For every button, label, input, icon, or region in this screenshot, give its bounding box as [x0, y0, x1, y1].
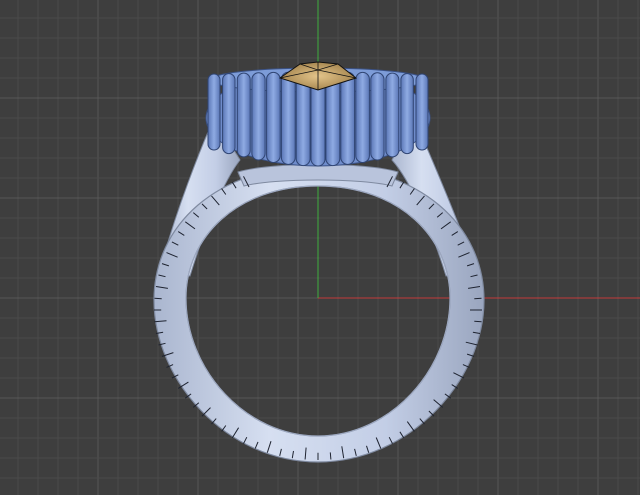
setting-prong	[280, 71, 296, 165]
wireframe-tick	[329, 452, 332, 460]
setting-prong	[340, 71, 356, 165]
setting-prong	[415, 73, 429, 151]
setting-prong	[400, 73, 414, 155]
ring-model[interactable]	[153, 61, 485, 463]
setting-prong	[355, 71, 370, 163]
wireframe-tick	[474, 320, 482, 323]
ring-setting	[205, 61, 431, 167]
wireframe-tick	[154, 297, 162, 300]
setting-prong	[385, 72, 400, 158]
setting-prong	[370, 72, 385, 161]
setting-prong	[207, 73, 221, 151]
wireframe-tick	[474, 297, 482, 300]
setting-prong	[251, 72, 266, 161]
setting-prong	[236, 72, 251, 158]
setting-prong	[266, 71, 281, 163]
3d-viewport[interactable]	[0, 0, 640, 495]
setting-prong	[222, 73, 236, 155]
viewport-canvas[interactable]	[0, 0, 640, 495]
